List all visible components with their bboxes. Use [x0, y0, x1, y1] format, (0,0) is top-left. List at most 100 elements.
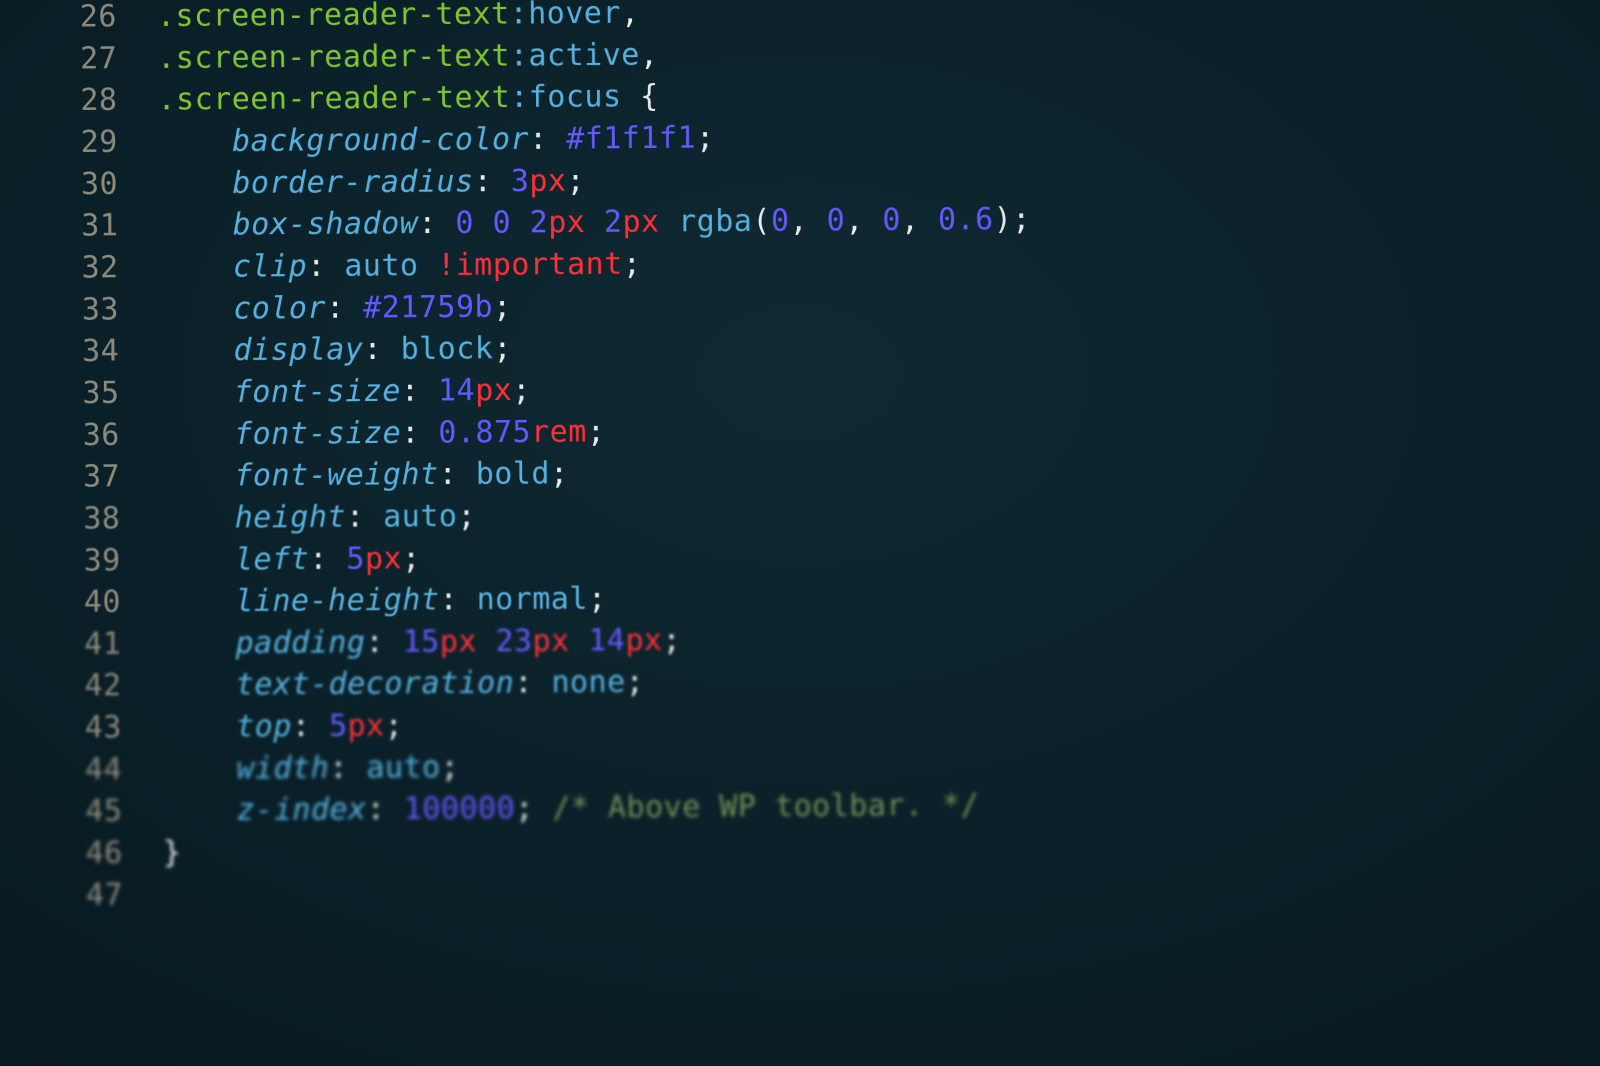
punct-colon: :	[474, 163, 511, 199]
punct-colon: :	[439, 582, 476, 618]
line-number: 38	[10, 497, 160, 540]
css-selector: .screen-reader-text	[157, 0, 510, 34]
css-property: font-weight	[234, 457, 438, 494]
punct-semi: ;	[515, 790, 534, 826]
line-number: 34	[9, 330, 159, 373]
css-unit: px	[475, 372, 512, 408]
line-number: 37	[10, 455, 160, 498]
css-unit: px	[625, 622, 662, 658]
css-number: 100000	[404, 791, 516, 827]
css-property: height	[235, 499, 347, 535]
css-pseudo: :active	[510, 37, 640, 74]
css-hex: #21759b	[363, 289, 493, 326]
line-number: 43	[12, 706, 162, 749]
css-number: 0	[492, 205, 511, 241]
css-property: text-decoration	[236, 665, 515, 703]
css-number: 14	[438, 373, 475, 409]
css-property: color	[233, 290, 326, 326]
code-editor[interactable]: 26 .screen-reader-text:hover, 27 .screen…	[0, 0, 1600, 917]
css-hex: #f1f1f1	[566, 120, 696, 157]
css-number: 0.6	[938, 202, 994, 238]
punct-semi: ;	[662, 622, 681, 658]
css-unit: px	[347, 708, 384, 744]
css-value: bold	[476, 456, 550, 492]
css-number: 5	[329, 708, 348, 744]
line-number: 32	[9, 246, 159, 289]
css-unit: rem	[531, 414, 587, 450]
css-value: auto	[344, 248, 418, 284]
css-property: padding	[235, 624, 365, 661]
css-property: border-radius	[232, 164, 474, 201]
punct-semi: ;	[441, 749, 460, 785]
css-property: width	[236, 750, 329, 786]
line-number: 29	[8, 121, 158, 164]
line-number: 47	[13, 874, 163, 917]
line-number: 39	[11, 539, 161, 582]
css-value: auto	[383, 498, 457, 534]
punct-colon: :	[292, 708, 329, 744]
css-selector: .screen-reader-text	[157, 38, 510, 76]
css-number: 2	[530, 205, 549, 241]
css-number: 0.875	[438, 414, 531, 450]
css-value: normal	[476, 581, 588, 617]
punct-colon: :	[307, 248, 344, 284]
css-property: line-height	[235, 582, 439, 619]
punct-brace: {	[621, 79, 658, 115]
punct-colon: :	[329, 750, 366, 786]
punct-semi: ;	[550, 456, 569, 492]
punct-colon: :	[367, 791, 404, 827]
css-selector: .screen-reader-text	[157, 80, 510, 118]
css-unit: px	[440, 624, 477, 660]
punct-brace: }	[163, 835, 182, 871]
punct-comma: ,	[789, 203, 826, 239]
css-number: 0	[771, 203, 790, 239]
line-number: 42	[11, 665, 161, 708]
punct-colon: :	[346, 499, 383, 535]
punct-paren: (	[752, 203, 771, 239]
punct-semi: ;	[457, 498, 476, 534]
css-property: font-size	[234, 415, 401, 452]
css-unit: px	[365, 540, 402, 576]
css-number: 5	[346, 541, 365, 577]
css-property: font-size	[234, 373, 401, 410]
css-unit: px	[622, 204, 659, 240]
css-number: 0	[827, 203, 846, 239]
punct-semi: ;	[588, 581, 607, 617]
punct-colon: :	[401, 415, 438, 451]
line-number: 30	[8, 163, 158, 206]
css-number: 0	[882, 202, 901, 238]
line-number: 35	[9, 372, 159, 415]
css-unit: px	[529, 163, 566, 199]
css-number: 2	[604, 204, 623, 240]
punct-colon: :	[514, 665, 551, 701]
css-comment: /* Above WP toolbar. */	[552, 787, 979, 826]
line-number: 45	[12, 790, 162, 833]
punct-comma: ,	[901, 202, 938, 238]
punct-semi: ;	[512, 372, 531, 408]
css-property: left	[235, 541, 309, 577]
line-number: 26	[7, 0, 157, 38]
punct-colon: :	[365, 624, 402, 660]
punct-colon: :	[418, 206, 455, 242]
css-number: 23	[495, 623, 532, 659]
css-property: box-shadow	[233, 206, 419, 243]
punct-comma: ,	[845, 203, 882, 239]
punct-colon: :	[529, 121, 566, 157]
line-number: 41	[11, 623, 161, 666]
punct-semi: ;	[587, 414, 606, 450]
line-number: 46	[13, 832, 163, 875]
punct-colon: :	[309, 541, 346, 577]
css-property: z-index	[237, 792, 367, 829]
css-number: 0	[455, 205, 474, 241]
css-pseudo: :hover	[509, 0, 621, 32]
line-number: 36	[10, 414, 160, 457]
punct-colon: :	[438, 456, 475, 492]
punct-semi: ;	[385, 708, 404, 744]
punct-comma: ,	[640, 37, 659, 73]
css-property: clip	[233, 248, 307, 284]
css-property: background-color	[232, 121, 529, 159]
css-number: 3	[511, 163, 530, 199]
punct-semi: ;	[626, 664, 645, 700]
css-value: block	[400, 331, 493, 367]
punct-comma: ,	[621, 0, 640, 31]
